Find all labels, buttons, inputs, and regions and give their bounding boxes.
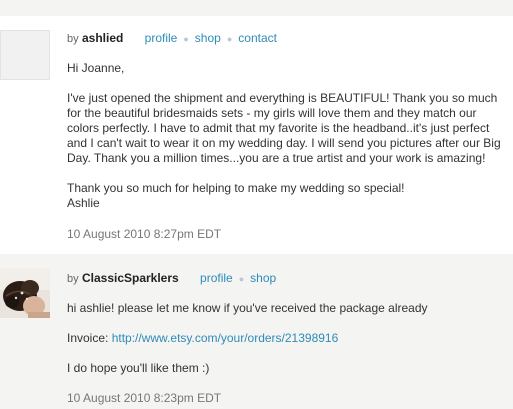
profile-link[interactable]: profile bbox=[200, 271, 233, 285]
invoice-label: Invoice: bbox=[67, 331, 109, 345]
by-label: by bbox=[67, 33, 79, 45]
bullet-icon: ● bbox=[238, 274, 245, 284]
top-strip bbox=[0, 0, 513, 16]
message-line: I do hope you'll like them :) bbox=[67, 361, 210, 375]
author-link[interactable]: ClassicSparklers bbox=[82, 271, 179, 285]
shop-link[interactable]: shop bbox=[250, 271, 276, 285]
greeting: Hi Joanne, bbox=[67, 61, 125, 75]
message-line: hi ashlie! please let me know if you've … bbox=[67, 301, 428, 315]
timestamp: 10 August 2010 8:27pm EDT bbox=[67, 227, 222, 241]
shop-link[interactable]: shop bbox=[195, 31, 221, 45]
avatar-photo[interactable] bbox=[0, 268, 50, 318]
message-classicsparklers: by ClassicSparklers profile ● shop hi ashl… bbox=[0, 254, 513, 409]
invoice-link[interactable]: http://www.etsy.com/your/orders/21398916 bbox=[112, 331, 339, 345]
avatar-placeholder[interactable] bbox=[0, 30, 50, 80]
profile-link[interactable]: profile bbox=[145, 31, 178, 45]
byline: by ClassicSparklers profile ● shop bbox=[67, 271, 276, 285]
invoice-line: Invoice: http://www.etsy.com/your/orders… bbox=[67, 331, 507, 346]
signature: Ashlie bbox=[67, 196, 100, 210]
by-label: by bbox=[67, 273, 79, 285]
bullet-icon: ● bbox=[183, 34, 189, 44]
message-body: Hi Joanne, I've just opened the shipment… bbox=[67, 61, 507, 211]
bullet-icon: ● bbox=[226, 34, 233, 44]
hair-bun-photo-avatar bbox=[0, 268, 50, 318]
contact-link[interactable]: contact bbox=[238, 31, 277, 45]
message-ashlied: by ashlied profile ● shop ● contact Hi Joann… bbox=[0, 16, 513, 254]
timestamp: 10 August 2010 8:23pm EDT bbox=[67, 391, 222, 405]
closing-line: Thank you so much for helping to make my… bbox=[67, 181, 405, 195]
author-link[interactable]: ashlied bbox=[82, 31, 123, 45]
message-body: hi ashlie! please let me know if you've … bbox=[67, 301, 507, 376]
byline: by ashlied profile ● shop ● contact bbox=[67, 31, 277, 45]
message-paragraph: I've just opened the shipment and everyt… bbox=[67, 91, 501, 165]
